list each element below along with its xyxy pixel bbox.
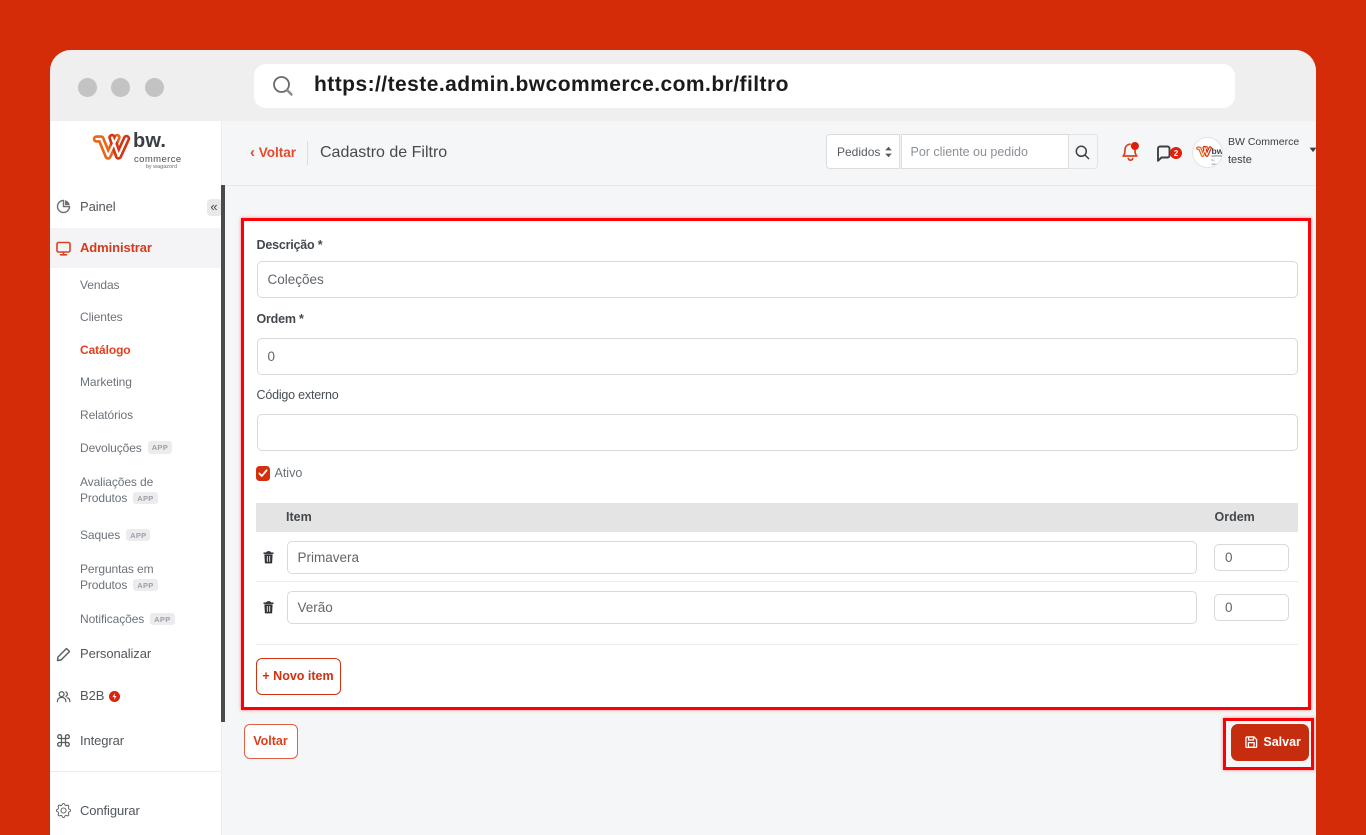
svg-text:2: 2: [1173, 148, 1178, 157]
